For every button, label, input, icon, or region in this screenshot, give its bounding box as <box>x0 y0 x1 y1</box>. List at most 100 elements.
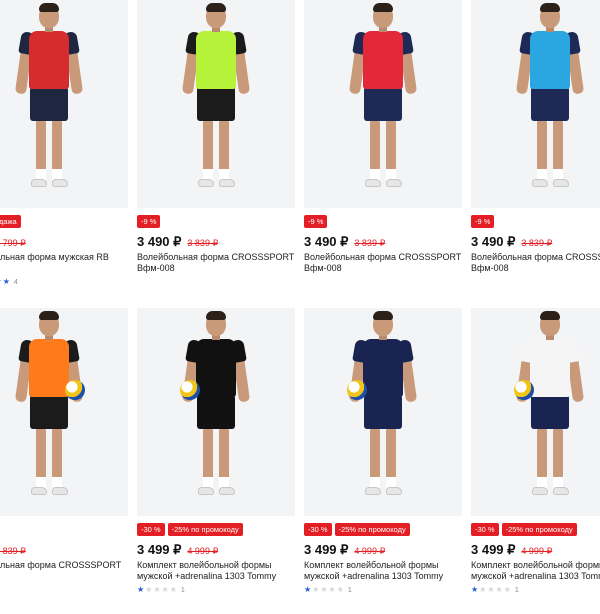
shorts <box>531 395 569 429</box>
right-shoe <box>219 487 235 495</box>
star-icon: ★ <box>153 585 161 594</box>
rating: ★ ★ ★ ★ ★ 1 <box>137 585 295 595</box>
product-grid-row-2: 0 ₽3 839 ₽ олейбольная форма CROSSSPORT 0… <box>0 308 600 614</box>
badge-row: -9 % <box>304 215 462 228</box>
shorts <box>30 395 68 429</box>
shorts <box>364 395 402 429</box>
discount-badge: -30 % <box>137 523 165 536</box>
product-image[interactable] <box>304 308 462 516</box>
product-title[interactable]: олейбольная форма CROSSSPORT 08 <box>0 560 128 582</box>
right-shoe <box>553 487 569 495</box>
discount-badge: -9 % <box>471 215 495 228</box>
old-price: 4 999 ₽ <box>521 546 553 556</box>
star-icon: ★ <box>471 585 479 594</box>
rating: ★★★★★4 <box>0 277 128 287</box>
jersey <box>29 339 69 397</box>
product-card[interactable]: -9 % 3 490 ₽ 3 839 ₽ Волейбольная форма CRO… <box>304 0 462 306</box>
jersey <box>363 31 403 89</box>
shorts <box>364 87 402 121</box>
product-title[interactable]: Волейбольная форма CROSSSPORT Вфм-008 <box>137 252 295 274</box>
hair <box>39 311 59 320</box>
badge-row: -9 % <box>137 215 295 228</box>
star-icon: ★ <box>137 585 145 594</box>
discount-badge: -30 % <box>304 523 332 536</box>
discount-badge: -9 % <box>304 215 328 228</box>
right-shoe <box>52 487 68 495</box>
product-card[interactable]: 0 ₽3 839 ₽ олейбольная форма CROSSSPORT 0… <box>0 308 128 614</box>
product-title[interactable]: олейбольная форма мужская RB N <box>0 252 128 274</box>
product-card[interactable]: -30 % -25% по промокоду 3 499 ₽ 4 999 ₽ Комп… <box>137 308 295 614</box>
right-shoe <box>386 487 402 495</box>
product-info: -30 % -25% по промокоду 3 499 ₽ 4 999 ₽ Комп… <box>471 516 600 614</box>
star-icon: ★ <box>336 585 344 594</box>
model-figure <box>9 311 89 512</box>
product-info: -30 % -25% по промокоду 3 499 ₽ 4 999 ₽ Комп… <box>304 516 462 614</box>
discount-badge: -25% по промокоду <box>334 523 410 536</box>
product-card[interactable]: -9 % 3 490 ₽ 3 839 ₽ Волейбольная форма CRO… <box>471 0 600 306</box>
rating <box>471 277 600 287</box>
product-image[interactable] <box>471 308 600 516</box>
current-price: 3 499 ₽ <box>471 542 516 557</box>
price-row: 3 499 ₽ 4 999 ₽ <box>304 542 462 558</box>
product-title[interactable]: Волейбольная форма CROSSSPORT Вфм-008 <box>471 252 600 274</box>
product-grid-row-1: Распродажа 0 ₽5 799 ₽ олейбольная форма му… <box>0 0 600 306</box>
star-icon: ★ <box>503 585 511 594</box>
product-title[interactable]: Комплект волейбольной формы мужской +adr… <box>304 560 462 582</box>
jersey <box>29 31 69 89</box>
volleyball-icon <box>65 380 85 400</box>
product-info: -9 % 3 490 ₽ 3 839 ₽ Волейбольная форма CRO… <box>304 208 462 306</box>
old-price: 4 999 ₽ <box>187 546 219 556</box>
right-shoe <box>219 179 235 187</box>
price-row: 0 ₽5 799 ₽ <box>0 234 128 250</box>
star-icon: ★ <box>312 585 320 594</box>
product-title[interactable]: Комплект волейбольной формы мужской +adr… <box>471 560 600 582</box>
hair <box>39 3 59 12</box>
star-icon: ★ <box>145 585 153 594</box>
product-image[interactable] <box>304 0 462 208</box>
volleyball-icon <box>347 380 367 400</box>
current-price: 3 499 ₽ <box>137 542 182 557</box>
product-info: Распродажа 0 ₽5 799 ₽ олейбольная форма му… <box>0 208 128 306</box>
left-shoe <box>365 179 381 187</box>
old-price: 5 799 ₽ <box>0 238 26 248</box>
rating: ★ ★ ★ ★ ★ 1 <box>471 585 600 595</box>
product-title[interactable]: Комплект волейбольной формы мужской +adr… <box>137 560 295 582</box>
current-price: 3 490 ₽ <box>304 234 349 249</box>
rating <box>137 277 295 287</box>
star-icon: ★ <box>0 277 2 287</box>
left-shoe <box>198 487 214 495</box>
badge-row: -30 % -25% по промокоду <box>471 523 600 536</box>
product-image[interactable] <box>471 0 600 208</box>
product-card[interactable]: -30 % -25% по промокоду 3 499 ₽ 4 999 ₽ Комп… <box>304 308 462 614</box>
right-shoe <box>553 179 569 187</box>
product-image[interactable] <box>137 0 295 208</box>
model-figure <box>343 311 423 512</box>
left-shoe <box>532 487 548 495</box>
star-icon: ★ <box>328 585 336 594</box>
rating-count: 1 <box>180 586 185 594</box>
hair <box>373 3 393 12</box>
discount-badge: Распродажа <box>0 215 21 228</box>
star-icon: ★ <box>487 585 495 594</box>
right-shoe <box>52 179 68 187</box>
model-figure <box>343 3 423 204</box>
product-title[interactable]: Волейбольная форма CROSSSPORT Вфм-008 <box>304 252 462 274</box>
rating-count: 1 <box>347 586 352 594</box>
product-card[interactable]: Распродажа 0 ₽5 799 ₽ олейбольная форма му… <box>0 0 128 306</box>
price-row: 3 490 ₽ 3 839 ₽ <box>137 234 295 250</box>
product-image[interactable] <box>0 308 128 516</box>
product-image[interactable] <box>137 308 295 516</box>
right-shoe <box>386 179 402 187</box>
star-icon: ★ <box>169 585 177 594</box>
star-icon: ★ <box>495 585 503 594</box>
model-figure <box>9 3 89 204</box>
product-image[interactable] <box>0 0 128 208</box>
left-shoe <box>365 487 381 495</box>
product-card[interactable]: -30 % -25% по промокоду 3 499 ₽ 4 999 ₽ Комп… <box>471 308 600 614</box>
old-price: 3 839 ₽ <box>354 238 386 248</box>
hair <box>206 3 226 12</box>
product-card[interactable]: -9 % 3 490 ₽ 3 839 ₽ Волейбольная форма CRO… <box>137 0 295 306</box>
hair <box>540 311 560 320</box>
price-row: 3 499 ₽ 4 999 ₽ <box>137 542 295 558</box>
current-price: 3 490 ₽ <box>137 234 182 249</box>
